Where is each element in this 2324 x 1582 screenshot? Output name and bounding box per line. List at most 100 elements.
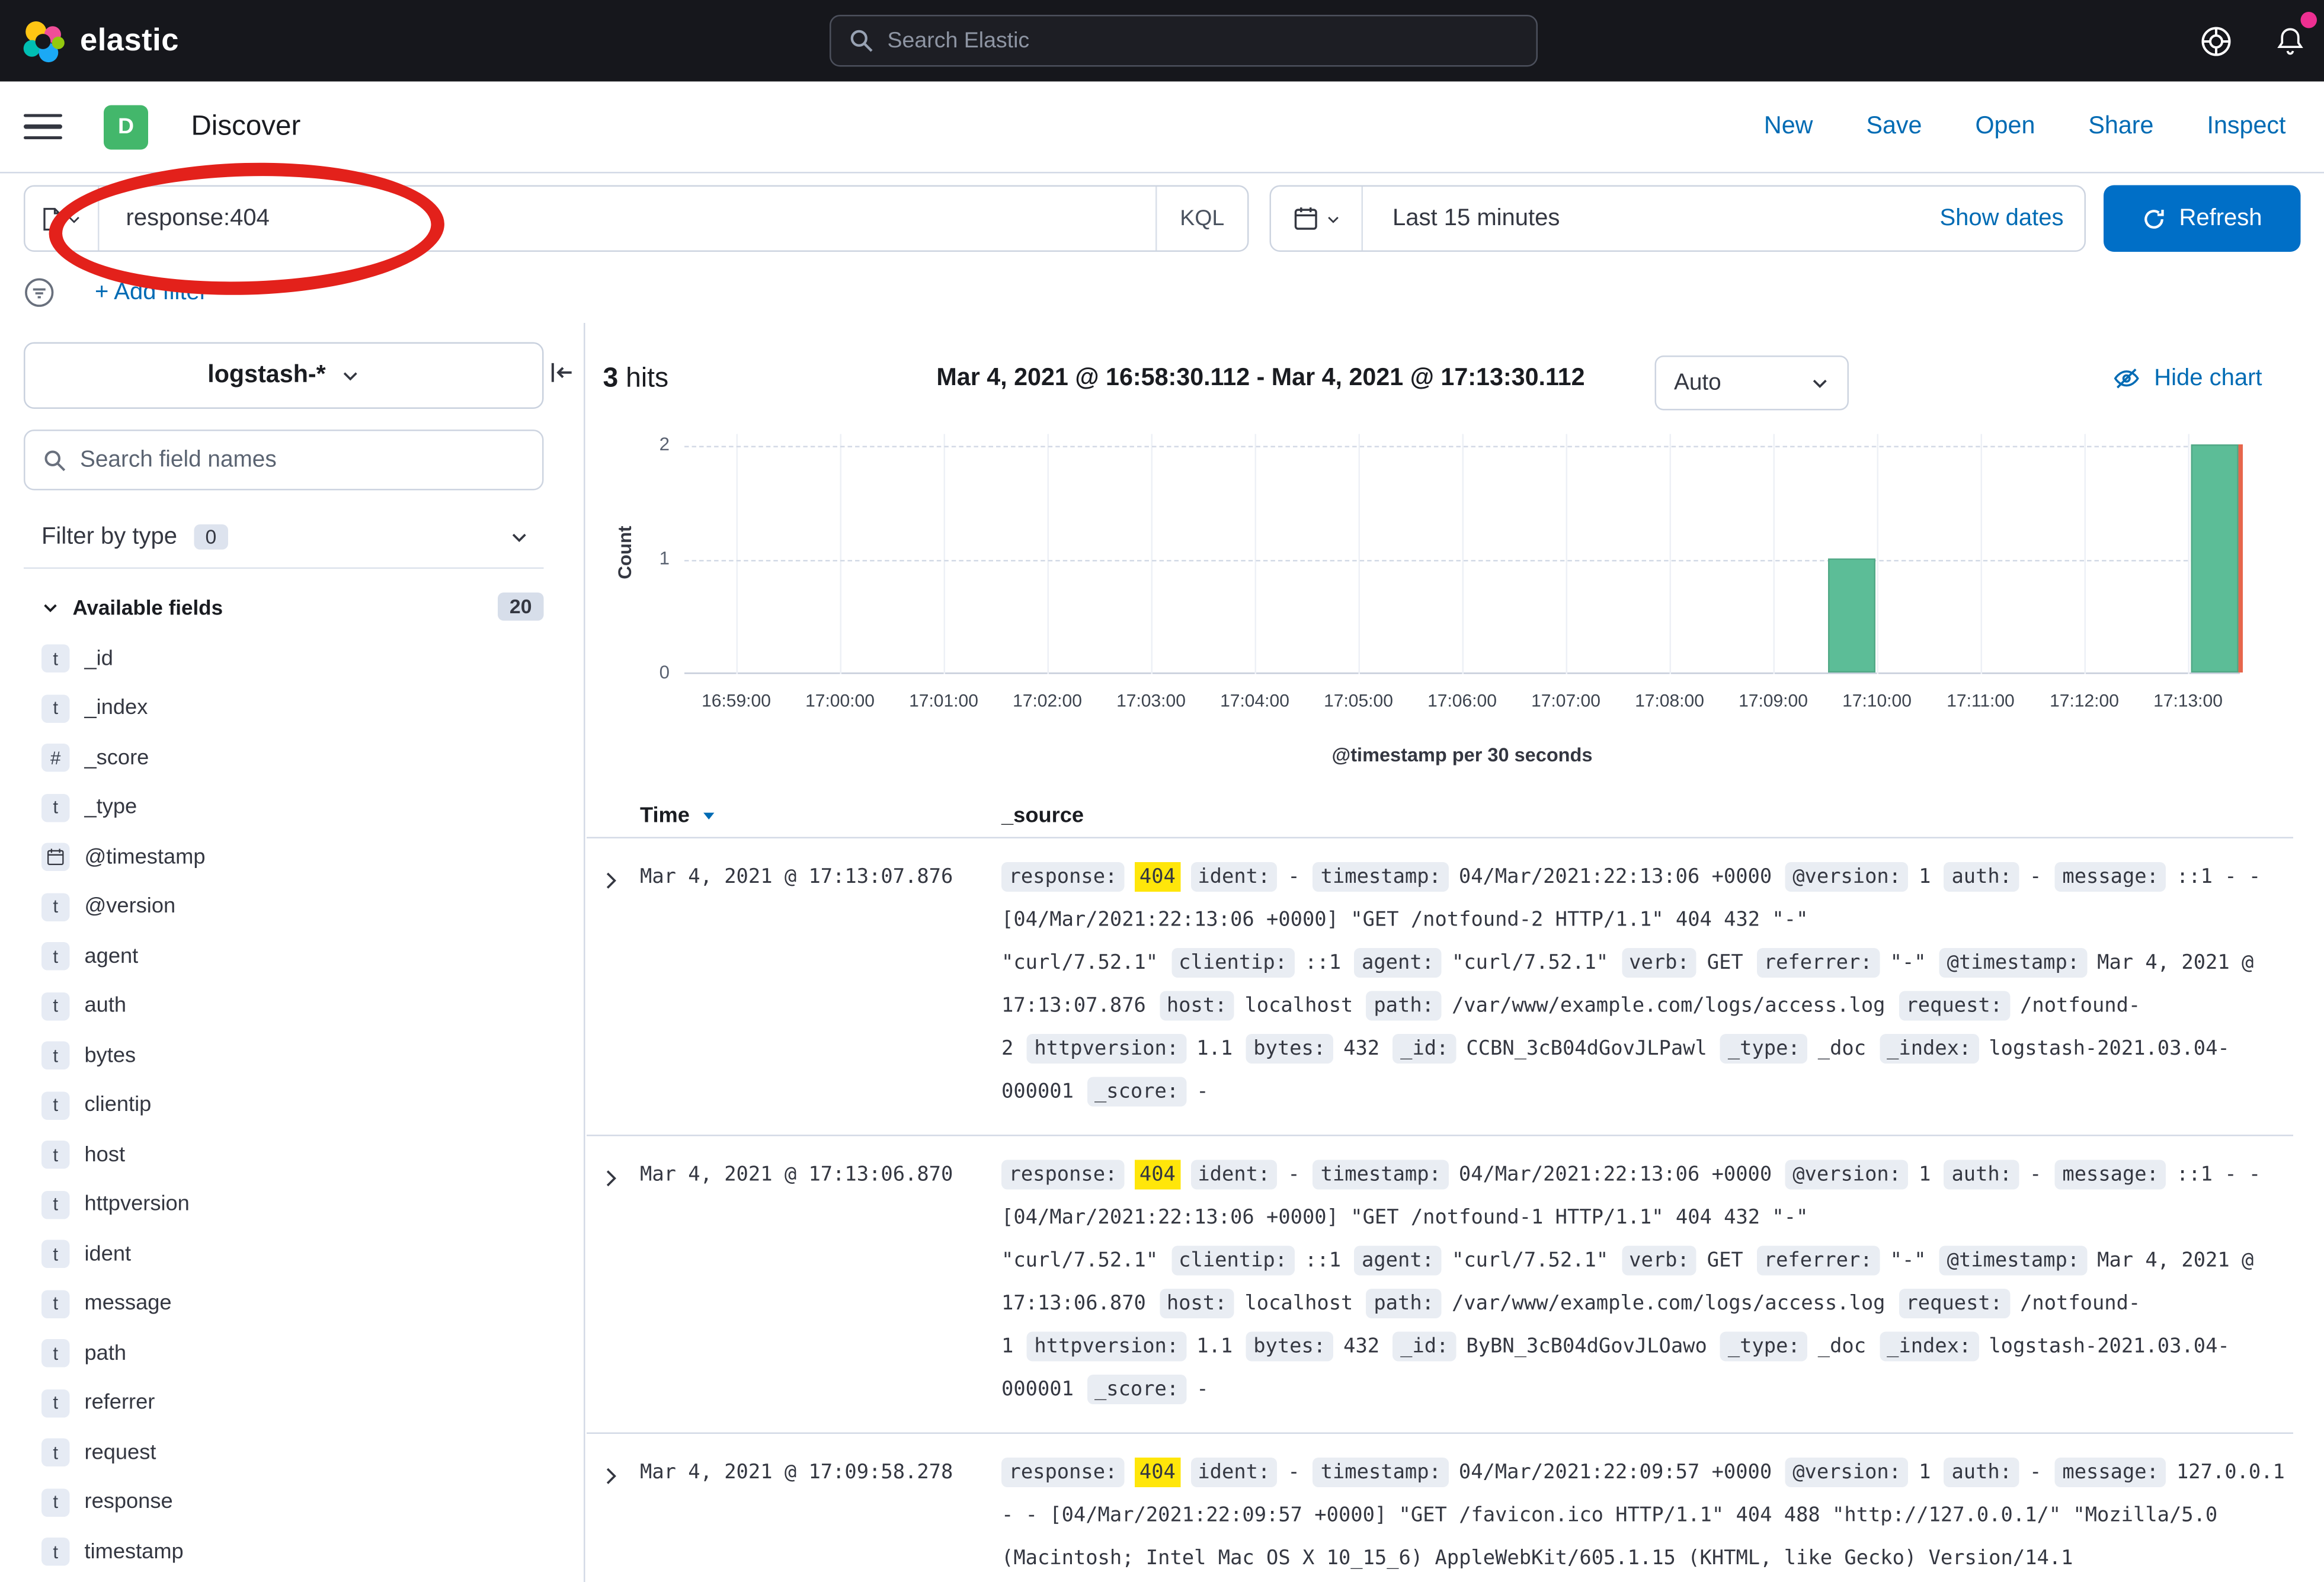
field-item-httpversion[interactable]: thttpversion bbox=[0, 1180, 584, 1229]
x-tick-label: 17:05:00 bbox=[1299, 690, 1418, 711]
field-item-request[interactable]: trequest bbox=[0, 1428, 584, 1478]
space-avatar[interactable]: D bbox=[104, 104, 148, 149]
sort-desc-icon[interactable] bbox=[700, 808, 716, 824]
highlighted-value: 404 bbox=[1135, 1458, 1180, 1487]
column-header-source: _source bbox=[1001, 803, 1084, 827]
vertical-gridline bbox=[1774, 434, 1775, 674]
field-item-_score[interactable]: #_score bbox=[0, 734, 584, 783]
chevron-down-icon bbox=[67, 211, 82, 226]
source-field-badge: ident: bbox=[1190, 862, 1278, 892]
field-name: message bbox=[85, 1292, 172, 1316]
source-field-badge: auth: bbox=[1944, 1160, 2019, 1190]
expand-row-button[interactable] bbox=[594, 1459, 627, 1492]
vertical-gridline bbox=[2188, 434, 2190, 674]
source-field-badge: @version: bbox=[1785, 1458, 1909, 1487]
expand-row-button[interactable] bbox=[594, 864, 627, 896]
deployment-icon[interactable] bbox=[2200, 24, 2233, 57]
table-row: Mar 4, 2021 @ 17:09:58.278response:404id… bbox=[587, 1434, 2293, 1582]
field-item-path[interactable]: tpath bbox=[0, 1329, 584, 1379]
available-fields-count-badge: 20 bbox=[498, 593, 544, 621]
date-quick-menu-button[interactable] bbox=[1271, 187, 1363, 251]
global-search-placeholder: Search Elastic bbox=[888, 28, 1030, 54]
field-list: t_idt_index#_scoret_type@timestampt@vers… bbox=[0, 634, 584, 1582]
saved-query-menu-button[interactable] bbox=[25, 187, 100, 251]
field-item-@timestamp[interactable]: @timestamp bbox=[0, 832, 584, 882]
source-field-badge: response: bbox=[1001, 1160, 1125, 1190]
field-item-_id[interactable]: t _id bbox=[0, 634, 584, 684]
alerts-bell-icon[interactable] bbox=[2274, 24, 2307, 57]
chevron-down-icon bbox=[1325, 211, 1340, 226]
filter-icon[interactable] bbox=[24, 277, 55, 309]
x-tick-label: 17:11:00 bbox=[1922, 690, 2040, 711]
source-value: ByBN_3cB04dGovJLOawo bbox=[1466, 1335, 1707, 1359]
field-item-agent[interactable]: tagent bbox=[0, 932, 584, 982]
source-value: 1.1 bbox=[1196, 1335, 1233, 1359]
source-field-badge: _index: bbox=[1880, 1034, 1979, 1064]
column-header-time[interactable]: Time bbox=[640, 803, 690, 827]
field-item-timestamp[interactable]: ttimestamp bbox=[0, 1527, 584, 1577]
vertical-gridline bbox=[1359, 434, 1361, 674]
elastic-logo-icon bbox=[21, 18, 65, 63]
source-field-badge: referrer: bbox=[1756, 1246, 1880, 1276]
available-fields-header[interactable]: Available fields 20 bbox=[24, 593, 544, 621]
hide-chart-button[interactable]: Hide chart bbox=[2112, 364, 2262, 393]
field-name: _type bbox=[85, 796, 137, 819]
field-item-@version[interactable]: t@version bbox=[0, 882, 584, 932]
source-value: - bbox=[2030, 1461, 2041, 1484]
field-item-_index[interactable]: t_index bbox=[0, 684, 584, 734]
text-field-icon: t bbox=[41, 1488, 70, 1517]
interval-select[interactable]: Auto bbox=[1655, 356, 1849, 411]
hits-count: 3 hits bbox=[603, 361, 669, 394]
collapse-sidebar-icon[interactable] bbox=[550, 360, 575, 386]
index-pattern-select[interactable]: logstash-* bbox=[24, 342, 544, 409]
doc-time: Mar 4, 2021 @ 17:13:06.870 bbox=[640, 1154, 1001, 1412]
field-search-input[interactable]: Search field names bbox=[24, 430, 544, 491]
text-field-icon: t bbox=[41, 943, 70, 971]
field-item-host[interactable]: thost bbox=[0, 1131, 584, 1180]
field-item-referrer[interactable]: treferrer bbox=[0, 1378, 584, 1428]
new-button[interactable]: New bbox=[1764, 113, 1813, 141]
open-button[interactable]: Open bbox=[1975, 113, 2035, 141]
field-item-clientip[interactable]: tclientip bbox=[0, 1081, 584, 1131]
histogram-bar[interactable] bbox=[2190, 444, 2237, 672]
text-field-icon: t bbox=[41, 992, 70, 1020]
source-value: 1 bbox=[1919, 1461, 1931, 1484]
query-text[interactable]: response:404 bbox=[100, 205, 1156, 232]
field-item-auth[interactable]: tauth bbox=[0, 981, 584, 1031]
time-range-value[interactable]: Last 15 minutes bbox=[1363, 205, 1939, 232]
source-value: "-" bbox=[1890, 1249, 1926, 1273]
vertical-gridline bbox=[944, 434, 946, 674]
save-button[interactable]: Save bbox=[1866, 113, 1922, 141]
query-input[interactable]: response:404 KQL bbox=[24, 185, 1249, 252]
field-name: _id bbox=[85, 647, 113, 671]
filter-by-type-select[interactable]: Filter by type 0 bbox=[24, 507, 544, 569]
inspect-button[interactable]: Inspect bbox=[2207, 113, 2285, 141]
text-field-icon: t bbox=[41, 1091, 70, 1120]
show-dates-button[interactable]: Show dates bbox=[1939, 205, 2084, 232]
elastic-brand[interactable]: elastic bbox=[0, 18, 179, 63]
share-button[interactable]: Share bbox=[2088, 113, 2153, 141]
menu-hamburger-icon[interactable] bbox=[24, 114, 62, 140]
source-field-badge: _index: bbox=[1880, 1332, 1979, 1362]
field-item-message[interactable]: tmessage bbox=[0, 1279, 584, 1329]
source-field-badge: verb: bbox=[1622, 1246, 1697, 1276]
add-filter-button[interactable]: + Add filter bbox=[95, 279, 207, 306]
filter-bar: + Add filter bbox=[0, 262, 2324, 324]
global-search-input[interactable]: Search Elastic bbox=[830, 15, 1538, 67]
histogram-bar[interactable] bbox=[1827, 559, 1875, 673]
field-item-bytes[interactable]: tbytes bbox=[0, 1031, 584, 1081]
table-header: Time _source bbox=[587, 794, 2293, 838]
y-tick-label: 1 bbox=[596, 548, 670, 569]
source-field-badge: _score: bbox=[1087, 1375, 1186, 1404]
expand-row-button[interactable] bbox=[594, 1161, 627, 1194]
source-value: 04/Mar/2021:22:13:06 +0000 bbox=[1459, 1163, 1772, 1187]
field-item-response[interactable]: tresponse bbox=[0, 1478, 584, 1527]
x-tick-label: 17:00:00 bbox=[781, 690, 899, 711]
field-item-_type[interactable]: t_type bbox=[0, 783, 584, 832]
query-language-button[interactable]: KQL bbox=[1155, 187, 1247, 251]
source-value: _doc bbox=[1818, 1335, 1866, 1359]
field-item-ident[interactable]: tident bbox=[0, 1229, 584, 1279]
text-field-icon: t bbox=[41, 645, 70, 673]
refresh-button[interactable]: Refresh bbox=[2104, 185, 2301, 252]
vertical-gridline bbox=[1670, 434, 1672, 674]
